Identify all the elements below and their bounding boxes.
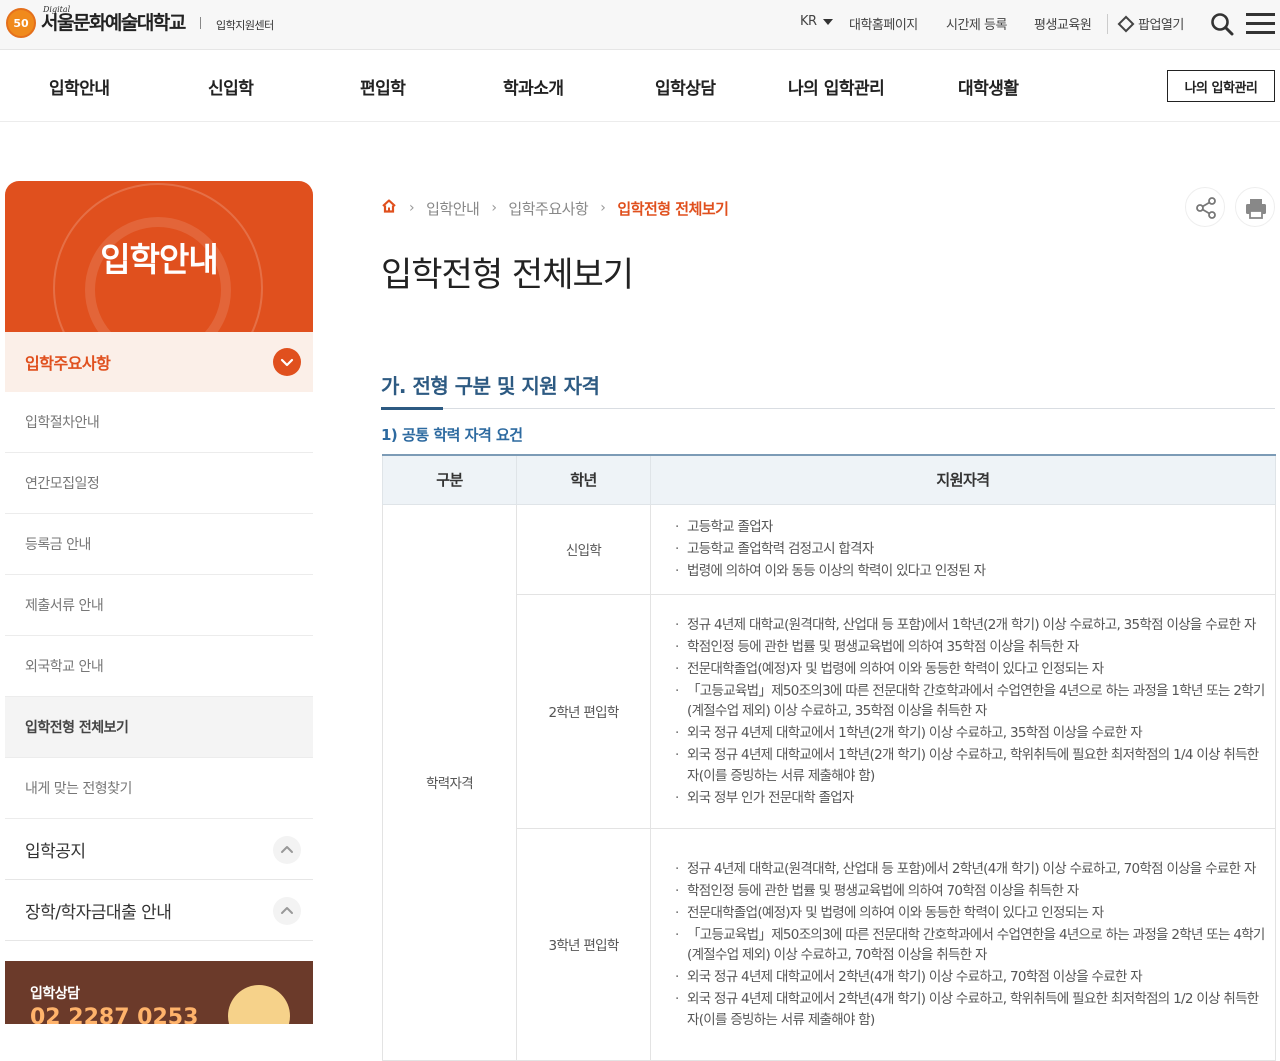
list-item: 전문대학졸업(예정)자 및 법령에 의하여 이와 동등한 학력이 있다고 인정되… bbox=[675, 903, 1265, 924]
caret-down-icon bbox=[822, 18, 833, 25]
logo-name: 서울문화예술대학교 bbox=[41, 12, 186, 34]
eligibility-cell: 정규 4년제 대학교(원격대학, 산업대 등 포함)에서 1학년(2개 학기) … bbox=[650, 593, 1276, 829]
chevron-right-icon: › bbox=[600, 200, 606, 216]
logo-divider bbox=[199, 17, 201, 29]
nav-consultation[interactable]: 입학상담 bbox=[655, 74, 716, 99]
column-header-eligibility: 지원자격 bbox=[650, 454, 1276, 505]
eligibility-cell: 정규 4년제 대학교(원격대학, 산업대 등 포함)에서 2학년(4개 학기) … bbox=[650, 827, 1276, 1061]
list-item: 전문대학졸업(예정)자 및 법령에 의하여 이와 동등한 학력이 있다고 인정되… bbox=[675, 659, 1265, 680]
sidebar-item-all-admission-types[interactable]: 입학전형 전체보기 bbox=[5, 697, 313, 758]
list-item: 외국 정부 인가 전문대학 졸업자 bbox=[675, 788, 1265, 809]
consultation-phone[interactable]: 02 2287 0253 bbox=[30, 1005, 198, 1024]
language-label: KR bbox=[800, 14, 817, 29]
table-header-row: 구분 학년 지원자격 bbox=[382, 454, 1276, 505]
share-icon[interactable] bbox=[1185, 187, 1225, 227]
my-admission-button[interactable]: 나의 입학관리 bbox=[1167, 70, 1275, 102]
popup-icon bbox=[1117, 15, 1135, 33]
university-logo[interactable]: 50 Digital 서울문화예술대학교 입학지원센터 bbox=[6, 5, 274, 38]
home-icon[interactable] bbox=[381, 198, 397, 218]
chevron-right-icon: › bbox=[491, 200, 497, 216]
nav-admission-guide[interactable]: 입학안내 bbox=[49, 74, 110, 99]
chevron-down-icon[interactable] bbox=[273, 348, 301, 376]
list-item: 학점인정 등에 관한 법률 및 평생교육법에 의하여 35학점 이상을 취득한 … bbox=[675, 637, 1265, 658]
breadcrumb-item[interactable]: 입학주요사항 bbox=[508, 198, 588, 219]
nav-campus-life[interactable]: 대학생활 bbox=[958, 74, 1019, 99]
logo-digital-text: Digital bbox=[43, 5, 71, 14]
logo-emblem: 50 bbox=[6, 8, 36, 38]
consultation-title: 입학상담 bbox=[30, 986, 80, 1002]
list-item: 정규 4년제 대학교(원격대학, 산업대 등 포함)에서 2학년(4개 학기) … bbox=[675, 859, 1265, 880]
eligibility-table: 구분 학년 지원자격 학력자격 신입학 고등학교 졸업자 고등학교 졸업학력 검… bbox=[382, 454, 1276, 1061]
list-item: 「고등교육법」제50조의3에 따른 전문대학 간호학과에서 수업연한을 4년으로… bbox=[675, 925, 1265, 966]
sidebar-menu: 입학절차안내 연간모집일정 등록금 안내 제출서류 안내 외국학교 안내 입학전… bbox=[5, 392, 313, 941]
link-part-time-registration[interactable]: 시간제 등록 bbox=[946, 14, 1007, 34]
table-row: 학력자격 신입학 고등학교 졸업자 고등학교 졸업학력 검정고시 합격자 법령에… bbox=[382, 503, 1276, 1061]
counselor-headset-icon bbox=[228, 985, 290, 1024]
sidebar-hero: 입학안내 bbox=[5, 181, 313, 332]
category-cell: 학력자격 bbox=[382, 503, 517, 1061]
chevron-up-icon[interactable] bbox=[273, 897, 301, 925]
sidebar-item-annual-schedule[interactable]: 연간모집일정 bbox=[5, 453, 313, 514]
language-selector[interactable]: KR bbox=[800, 14, 833, 34]
hamburger-menu-icon[interactable] bbox=[1246, 13, 1275, 35]
list-item: 고등학교 졸업자 bbox=[675, 517, 1265, 538]
logo-subtitle: 입학지원센터 bbox=[216, 19, 274, 32]
search-icon[interactable] bbox=[1210, 12, 1234, 36]
sidebar-item-documents[interactable]: 제출서류 안내 bbox=[5, 575, 313, 636]
eligibility-cell: 고등학교 졸업자 고등학교 졸업학력 검정고시 합격자 법령에 의하여 이와 동… bbox=[650, 503, 1276, 595]
nav-transfer[interactable]: 편입학 bbox=[360, 74, 406, 99]
grade-cell: 신입학 bbox=[516, 503, 651, 595]
link-university-home[interactable]: 대학홈페이지 bbox=[849, 14, 918, 34]
sidebar-group-label: 입학주요사항 bbox=[25, 354, 111, 373]
utility-divider bbox=[1107, 14, 1108, 34]
eligibility-list: 고등학교 졸업자 고등학교 졸업학력 검정고시 합격자 법령에 의하여 이와 동… bbox=[675, 517, 1265, 582]
subsection-title: 1) 공통 학력 자격 요건 bbox=[381, 426, 523, 444]
breadcrumb-current: 입학전형 전체보기 bbox=[617, 199, 729, 218]
section-divider bbox=[381, 408, 1275, 409]
section-title: 가. 전형 구분 및 지원 자격 bbox=[381, 374, 600, 398]
breadcrumb: › 입학안내 › 입학주요사항 › 입학전형 전체보기 bbox=[381, 198, 729, 219]
list-item: 외국 정규 4년제 대학교에서 2학년(4개 학기) 이상 수료하고, 70학점… bbox=[675, 967, 1265, 988]
popup-open-button[interactable]: 팝업열기 bbox=[1117, 14, 1184, 34]
column-header-category: 구분 bbox=[382, 454, 517, 505]
list-item: 법령에 의하여 이와 동등 이상의 학력이 있다고 인정된 자 bbox=[675, 561, 1265, 582]
sidebar-item-foreign-school[interactable]: 외국학교 안내 bbox=[5, 636, 313, 697]
sidebar-hero-title: 입학안내 bbox=[100, 240, 218, 279]
list-item: 외국 정규 4년제 대학교에서 1학년(2개 학기) 이상 수료하고, 35학점… bbox=[675, 723, 1265, 744]
nav-freshman[interactable]: 신입학 bbox=[208, 74, 254, 99]
list-item: 정규 4년제 대학교(원격대학, 산업대 등 포함)에서 1학년(2개 학기) … bbox=[675, 615, 1265, 636]
sidebar-item-admission-procedure[interactable]: 입학절차안내 bbox=[5, 392, 313, 453]
sidebar-group-label: 입학공지 bbox=[25, 841, 86, 862]
consultation-card[interactable]: 입학상담 02 2287 0253 bbox=[5, 961, 313, 1024]
sidebar-group-scholarship[interactable]: 장학/학자금대출 안내 bbox=[5, 880, 313, 941]
main-navigation: 입학안내 신입학 편입학 학과소개 입학상담 나의 입학관리 대학생활 나의 입… bbox=[0, 50, 1280, 122]
list-item: 「고등교육법」제50조의3에 따른 전문대학 간호학과에서 수업연한을 4년으로… bbox=[675, 681, 1265, 722]
sidebar-item-find-admission-type[interactable]: 내게 맞는 전형찾기 bbox=[5, 758, 313, 819]
sidebar-group-label: 장학/학자금대출 안내 bbox=[25, 902, 172, 923]
table-row: 2학년 편입학 정규 4년제 대학교(원격대학, 산업대 등 포함)에서 1학년… bbox=[383, 593, 1276, 829]
sidebar-group-admission-essentials[interactable]: 입학주요사항 bbox=[5, 332, 313, 392]
eligibility-list: 정규 4년제 대학교(원격대학, 산업대 등 포함)에서 1학년(2개 학기) … bbox=[675, 615, 1265, 809]
nav-departments[interactable]: 학과소개 bbox=[503, 74, 564, 99]
chevron-up-icon[interactable] bbox=[273, 836, 301, 864]
print-icon[interactable] bbox=[1235, 187, 1275, 227]
section-divider-accent bbox=[381, 407, 443, 410]
sidebar-item-tuition[interactable]: 등록금 안내 bbox=[5, 514, 313, 575]
page-title: 입학전형 전체보기 bbox=[381, 255, 634, 295]
link-lifelong-education[interactable]: 평생교육원 bbox=[1034, 14, 1092, 34]
list-item: 학점인정 등에 관한 법률 및 평생교육법에 의하여 70학점 이상을 취득한 … bbox=[675, 881, 1265, 902]
utility-bar: 50 Digital 서울문화예술대학교 입학지원센터 KR 대학홈페이지 시간… bbox=[0, 0, 1280, 50]
grade-cell: 3학년 편입학 bbox=[516, 827, 651, 1061]
list-item: 고등학교 졸업학력 검정고시 합격자 bbox=[675, 539, 1265, 560]
popup-label: 팝업열기 bbox=[1138, 18, 1184, 33]
eligibility-list: 정규 4년제 대학교(원격대학, 산업대 등 포함)에서 2학년(4개 학기) … bbox=[675, 859, 1265, 1031]
nav-my-admission[interactable]: 나의 입학관리 bbox=[788, 74, 885, 99]
column-header-grade: 학년 bbox=[516, 454, 651, 505]
breadcrumb-item[interactable]: 입학안내 bbox=[426, 198, 480, 219]
table-row: 3학년 편입학 정규 4년제 대학교(원격대학, 산업대 등 포함)에서 2학년… bbox=[383, 827, 1276, 1061]
list-item: 외국 정규 4년제 대학교에서 1학년(2개 학기) 이상 수료하고, 학위취득… bbox=[675, 745, 1265, 786]
sidebar-group-notices[interactable]: 입학공지 bbox=[5, 819, 313, 880]
chevron-right-icon: › bbox=[409, 200, 415, 216]
grade-cell: 2학년 편입학 bbox=[516, 593, 651, 829]
